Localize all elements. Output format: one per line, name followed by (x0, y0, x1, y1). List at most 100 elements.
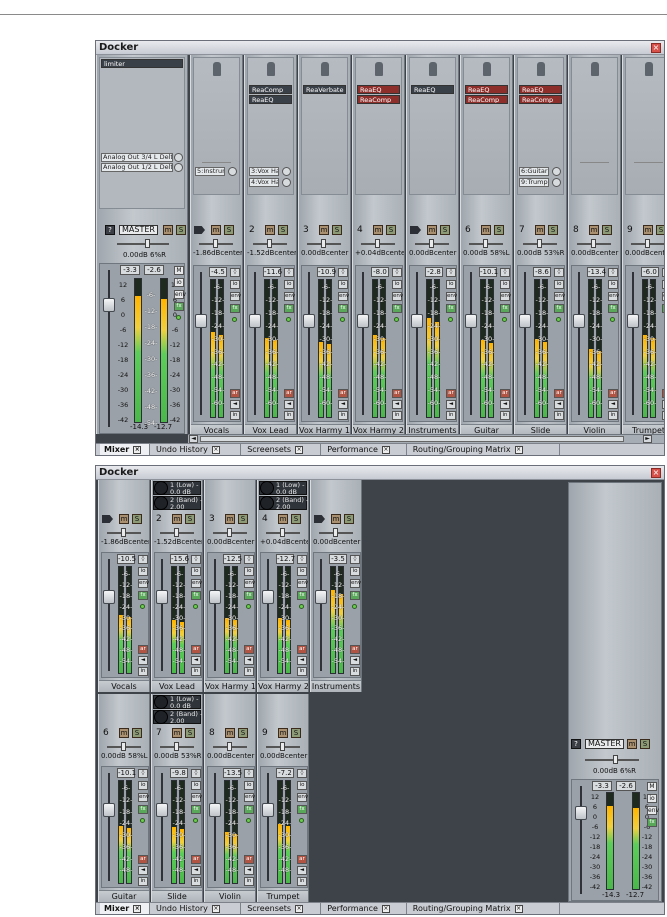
fx-button[interactable]: fx (284, 304, 294, 313)
close-icon[interactable]: × (295, 904, 304, 913)
master-io-button[interactable]: io (647, 794, 657, 803)
master-io-button[interactable]: io (174, 278, 184, 287)
fx-button[interactable]: fx (554, 304, 564, 313)
master-env-button[interactable]: env (647, 806, 659, 815)
phase-button[interactable]: ◊ (662, 268, 664, 277)
phase-button[interactable]: ◊ (446, 268, 456, 277)
close-icon[interactable]: × (514, 904, 523, 913)
record-arm-button[interactable]: ar (244, 645, 254, 654)
record-arm-button[interactable]: ar (297, 645, 307, 654)
pan-knob[interactable] (121, 528, 126, 537)
input-button[interactable]: in (138, 667, 148, 676)
envelope-button[interactable]: env (338, 292, 349, 301)
phase-button[interactable]: ◊ (608, 268, 618, 277)
mute-button[interactable]: m (278, 728, 288, 738)
send-slot[interactable]: 9:Trumpet (519, 178, 549, 187)
hardware-output[interactable]: Analog Out 1/2 L Delta- (101, 163, 173, 172)
io-button[interactable]: io (662, 280, 664, 289)
volume-fader[interactable] (209, 803, 221, 817)
output-volume-knob[interactable] (174, 153, 183, 162)
envelope-button[interactable]: env (191, 793, 202, 802)
fx-slot[interactable]: ReaVerbate (303, 85, 346, 94)
pan-knob[interactable] (267, 239, 272, 248)
io-button[interactable]: io (446, 280, 456, 289)
send-volume-knob[interactable] (282, 167, 291, 176)
io-button[interactable]: io (244, 781, 254, 790)
volume-fader[interactable] (575, 806, 587, 820)
close-icon[interactable]: × (133, 445, 142, 454)
tab-mixer[interactable]: Mixer × (100, 444, 150, 455)
phase-button[interactable]: ◊ (191, 769, 201, 778)
fx-button[interactable]: fx (297, 591, 307, 600)
envelope-button[interactable]: env (244, 793, 255, 802)
close-icon[interactable]: × (295, 445, 304, 454)
close-icon[interactable]: × (133, 904, 142, 913)
pan-knob[interactable] (429, 239, 434, 248)
pan-knob[interactable] (333, 528, 338, 537)
fx-button[interactable]: fx (350, 591, 360, 600)
pan-knob[interactable] (375, 239, 380, 248)
envelope-button[interactable]: env (297, 793, 308, 802)
volume-fader[interactable] (103, 298, 115, 312)
monitor-button[interactable]: ◄ (297, 866, 307, 875)
fx-button[interactable]: fx (392, 304, 402, 313)
volume-fader[interactable] (195, 314, 207, 328)
io-button[interactable]: io (350, 567, 360, 576)
phase-button[interactable]: ◊ (554, 268, 564, 277)
envelope-button[interactable]: env (297, 579, 308, 588)
solo-button[interactable]: S (548, 225, 558, 235)
tab-mixer[interactable]: Mixer × (100, 903, 150, 914)
input-button[interactable]: in (138, 877, 148, 886)
send-volume-knob[interactable] (282, 178, 291, 187)
input-button[interactable]: in (554, 411, 564, 420)
mute-button[interactable]: m (535, 225, 545, 235)
pan-knob[interactable] (321, 239, 326, 248)
fx-slot[interactable]: ReaComp (519, 95, 562, 104)
close-icon[interactable]: × (381, 904, 390, 913)
envelope-button[interactable]: env (138, 579, 149, 588)
io-button[interactable]: io (338, 280, 348, 289)
send-volume-knob[interactable] (552, 178, 561, 187)
mute-button[interactable]: m (427, 225, 437, 235)
volume-fader[interactable] (103, 590, 115, 604)
fx-button[interactable]: fx (338, 304, 348, 313)
input-button[interactable]: in (230, 411, 240, 420)
envelope-button[interactable]: env (608, 292, 619, 301)
envelope-button[interactable]: env (138, 793, 149, 802)
empty-fx-slot[interactable] (202, 162, 231, 163)
pan-knob[interactable] (227, 528, 232, 537)
solo-button[interactable]: S (238, 728, 248, 738)
pan-knob[interactable] (280, 742, 285, 751)
envelope-button[interactable]: env (500, 292, 511, 301)
pan-knob[interactable] (174, 742, 179, 751)
pan-knob[interactable] (174, 528, 179, 537)
record-arm-button[interactable]: ar (244, 855, 254, 864)
solo-button[interactable]: S (291, 728, 301, 738)
tab-routing-grouping-matrix[interactable]: Routing/Grouping Matrix × (409, 444, 560, 455)
fx-parameter[interactable]: 1 (Low) - 0.0 dB (153, 695, 201, 709)
fx-slot[interactable]: ReaEQ (249, 95, 292, 104)
send-slot[interactable]: 3:Vox Harm (249, 167, 279, 176)
pan-knob[interactable] (483, 239, 488, 248)
io-button[interactable]: io (191, 567, 201, 576)
record-arm-button[interactable]: ar (138, 855, 148, 864)
input-button[interactable]: in (297, 877, 307, 886)
fx-button[interactable]: fx (446, 304, 456, 313)
io-button[interactable]: io (392, 280, 402, 289)
io-button[interactable]: io (500, 280, 510, 289)
close-icon[interactable]: × (514, 445, 523, 454)
record-arm-button[interactable]: ar (230, 389, 240, 398)
solo-button[interactable]: S (640, 739, 650, 749)
mute-button[interactable]: m (278, 514, 288, 524)
monitor-button[interactable]: ◄ (554, 400, 564, 409)
io-button[interactable]: io (554, 280, 564, 289)
input-button[interactable]: in (350, 667, 360, 676)
tab-screensets[interactable]: Screensets × (243, 444, 322, 455)
input-button[interactable]: in (662, 411, 664, 420)
solo-button[interactable]: S (176, 225, 186, 235)
io-button[interactable]: io (284, 280, 294, 289)
solo-button[interactable]: S (602, 225, 612, 235)
solo-button[interactable]: S (386, 225, 396, 235)
solo-button[interactable]: S (656, 225, 664, 235)
record-arm-button[interactable]: ar (191, 855, 201, 864)
